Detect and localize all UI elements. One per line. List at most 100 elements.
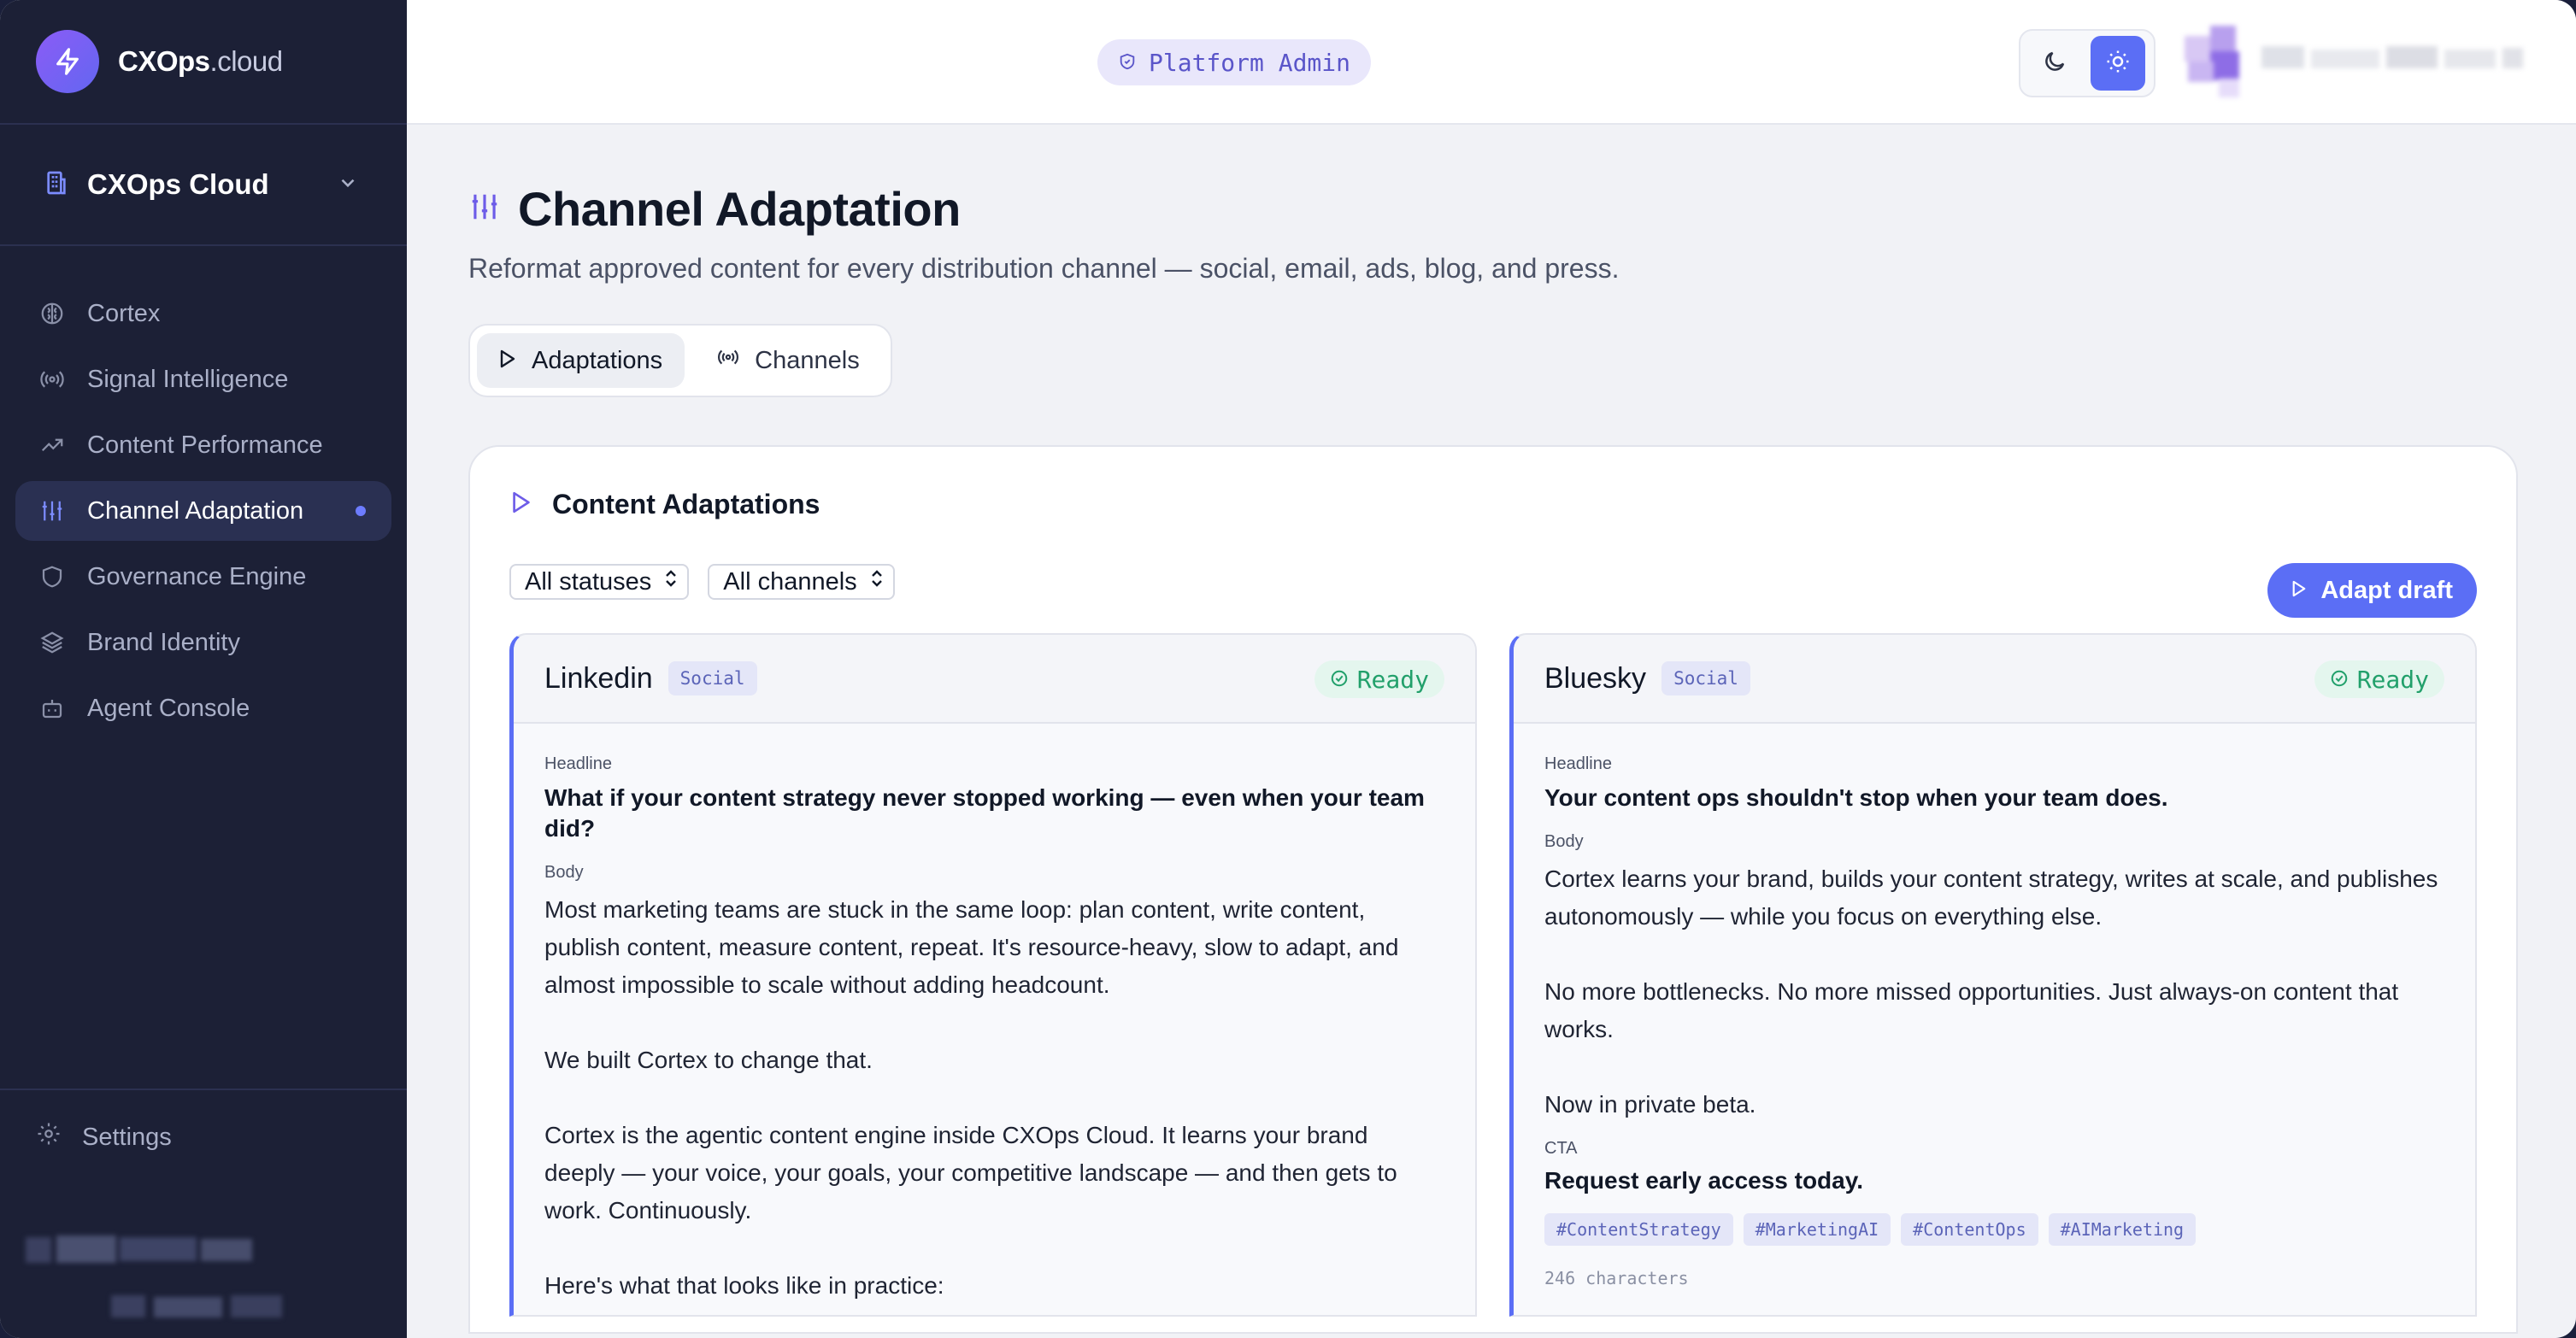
adapt-draft-button[interactable]: Adapt draft — [2267, 563, 2477, 618]
card-header: Linkedin Social Ready — [514, 635, 1475, 724]
dark-mode-button[interactable] — [2027, 36, 2082, 91]
sidebar-item-channel-adaptation[interactable]: Channel Adaptation — [15, 481, 391, 541]
sidebar-item-label: Signal Intelligence — [87, 365, 289, 393]
sidebar-item-agent-console[interactable]: Agent Console — [15, 678, 391, 738]
app-window: CXOps.cloud CXOps Cloud Cortex Signal In… — [0, 0, 2576, 1338]
card-header: Bluesky Social Ready — [1514, 635, 2475, 724]
sliders-icon — [38, 496, 67, 525]
channel-name: Bluesky — [1544, 661, 1647, 695]
radio-icon — [38, 365, 67, 394]
page-title: Channel Adaptation — [518, 181, 961, 236]
tab-bar: Adaptations Channels — [468, 324, 892, 397]
button-label: Adapt draft — [2320, 576, 2453, 604]
check-circle-icon — [1330, 666, 1349, 694]
radio-icon — [717, 346, 739, 375]
play-icon — [499, 347, 516, 375]
sidebar: CXOps.cloud CXOps Cloud Cortex Signal In… — [0, 0, 407, 1338]
sidebar-item-label: Governance Engine — [87, 562, 307, 590]
select-value: All channels — [723, 567, 857, 596]
page-subtitle: Reformat approved content for every dist… — [468, 253, 1620, 284]
status-badge: Ready — [2314, 660, 2444, 698]
sidebar-item-signal-intelligence[interactable]: Signal Intelligence — [15, 349, 391, 409]
adaptation-card-bluesky[interactable]: Bluesky Social Ready Headline Your conte… — [1509, 633, 2477, 1317]
status-badge: Ready — [1314, 660, 1444, 698]
gear-icon — [36, 1121, 62, 1153]
hashtag-list: #ContentStrategy #MarketingAI #ContentOp… — [1544, 1213, 2444, 1246]
topbar: Platform Admin — [407, 0, 2576, 125]
sidebar-item-label: Cortex — [87, 299, 161, 327]
layers-icon — [38, 628, 67, 657]
play-icon — [2291, 577, 2307, 605]
sidebar-footer: Settings — [0, 1089, 407, 1338]
tab-adaptations[interactable]: Adaptations — [477, 333, 685, 388]
workspace-switcher[interactable]: CXOps Cloud — [0, 125, 407, 244]
moon-icon — [2042, 49, 2067, 79]
workspace-name: CXOps Cloud — [87, 168, 269, 200]
channel-category-tag: Social — [668, 661, 757, 695]
adaptation-card-linkedin[interactable]: Linkedin Social Ready Headline What if y… — [509, 633, 1477, 1317]
panel-title: Content Adaptations — [552, 488, 820, 519]
chevron-up-down-icon — [869, 567, 885, 596]
hashtag: #ContentStrategy — [1544, 1213, 1733, 1246]
shield-icon — [38, 562, 67, 591]
headline-label: Headline — [544, 754, 612, 773]
user-email-redacted — [111, 1292, 291, 1321]
role-badge: Platform Admin — [1097, 39, 1372, 85]
theme-toggle — [2019, 29, 2155, 97]
sidebar-nav: Cortex Signal Intelligence Content Perfo… — [0, 246, 407, 744]
sidebar-item-governance-engine[interactable]: Governance Engine — [15, 547, 391, 607]
panel-header: Content Adaptations — [509, 447, 2477, 561]
shield-icon — [1118, 49, 1137, 77]
channel-name: Linkedin — [544, 661, 653, 695]
headline-text: What if your content strategy never stop… — [544, 784, 1425, 842]
filter-bar: All statuses All channels — [509, 561, 2477, 602]
channel-category-tag: Social — [1661, 661, 1750, 695]
channel-filter-select[interactable]: All channels — [708, 564, 895, 600]
sidebar-item-content-performance[interactable]: Content Performance — [15, 415, 391, 475]
status-label: Ready — [1356, 665, 1429, 694]
check-circle-icon — [2330, 666, 2349, 694]
play-icon — [511, 490, 532, 519]
sidebar-item-brand-identity[interactable]: Brand Identity — [15, 613, 391, 672]
brand-name: CXOps.cloud — [118, 45, 283, 77]
sidebar-item-label: Settings — [82, 1123, 172, 1151]
user-menu-redacted[interactable] — [2185, 19, 2544, 104]
user-profile-redacted[interactable] — [26, 1232, 282, 1266]
body-label: Body — [1544, 832, 1584, 851]
cta-label: CTA — [1544, 1139, 1578, 1158]
content-adaptations-panel: Content Adaptations All statuses All cha… — [468, 445, 2518, 1334]
body-label: Body — [544, 863, 584, 882]
hashtag: #AIMarketing — [2048, 1213, 2197, 1246]
brain-icon — [38, 299, 67, 328]
brand[interactable]: CXOps.cloud — [0, 0, 407, 123]
sidebar-item-label: Brand Identity — [87, 628, 240, 656]
tab-label: Channels — [755, 346, 860, 374]
sidebar-item-settings[interactable]: Settings — [0, 1090, 407, 1184]
status-filter-select[interactable]: All statuses — [509, 564, 690, 600]
body-text: Cortex learns your brand, builds your co… — [1544, 866, 2438, 1118]
character-count: 246 characters — [1544, 1268, 1689, 1288]
sidebar-item-cortex[interactable]: Cortex — [15, 284, 391, 343]
card-body: Headline What if your content strategy n… — [514, 724, 1475, 1305]
cta-text: Request early access today. — [1544, 1167, 1864, 1194]
bot-icon — [38, 694, 67, 723]
sidebar-item-label: Content Performance — [87, 431, 323, 459]
headline-label: Headline — [1544, 754, 1612, 773]
select-value: All statuses — [525, 567, 652, 596]
sun-icon — [2105, 49, 2131, 79]
adaptation-cards: Linkedin Social Ready Headline What if y… — [509, 633, 2477, 1317]
building-icon — [43, 169, 70, 201]
chevron-up-down-icon — [663, 567, 679, 596]
page-content: Channel Adaptation Reformat approved con… — [407, 125, 2576, 1334]
active-indicator — [356, 506, 366, 516]
hashtag: #MarketingAI — [1743, 1213, 1891, 1246]
card-body: Headline Your content ops shouldn't stop… — [1514, 724, 2475, 1288]
lightning-icon — [36, 30, 99, 93]
light-mode-button[interactable] — [2091, 36, 2145, 91]
main-content: Platform Admin Channel Adaptation Reform… — [407, 0, 2576, 1338]
chevron-down-icon — [337, 172, 359, 198]
sidebar-item-label: Agent Console — [87, 694, 250, 722]
tab-channels[interactable]: Channels — [695, 333, 882, 388]
sliders-icon — [468, 191, 501, 227]
sidebar-item-label: Channel Adaptation — [87, 496, 304, 525]
